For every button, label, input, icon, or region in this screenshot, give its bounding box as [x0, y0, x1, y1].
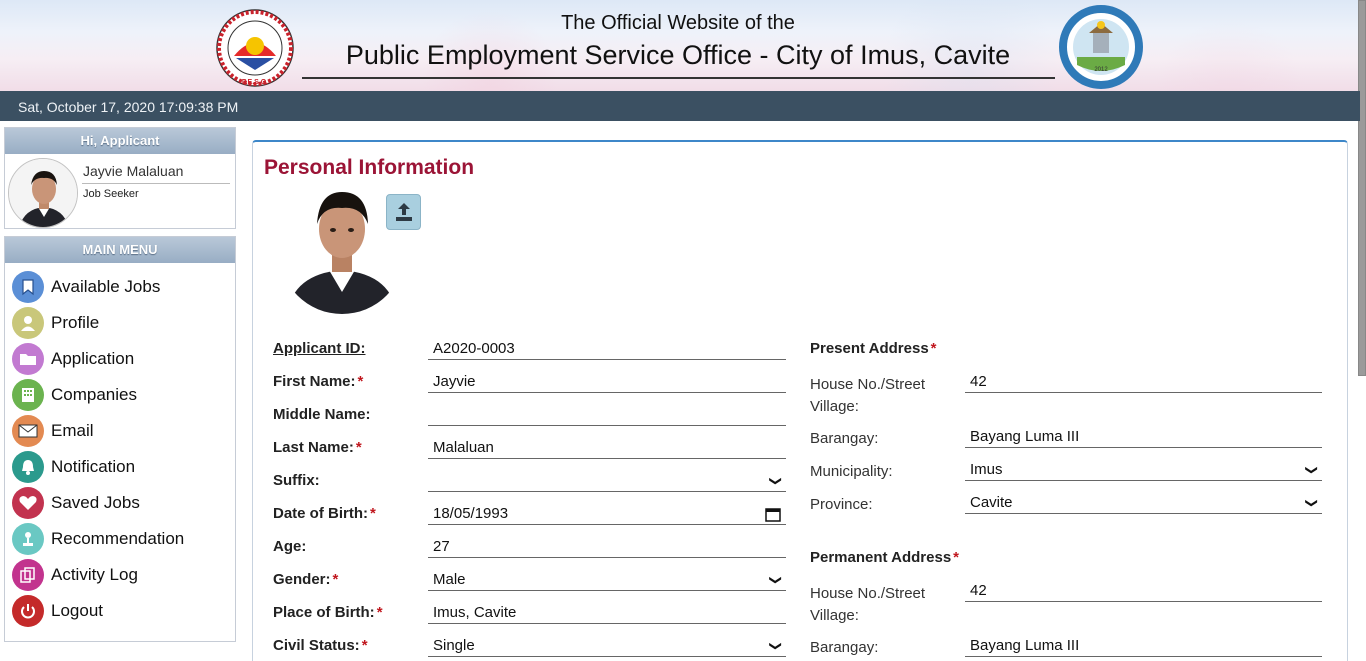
header-title: Public Employment Service Office - City …	[345, 40, 1011, 70]
svg-text:P.E.S.O.: P.E.S.O.	[242, 79, 268, 86]
menu-item-logout[interactable]: Logout	[12, 594, 103, 628]
menu-item-activity-log[interactable]: Activity Log	[12, 558, 138, 592]
menu-label: Notification	[51, 457, 136, 476]
gender-label: Gender: *	[273, 571, 339, 588]
present-house-label: House No./Street Village:	[810, 376, 926, 415]
menu-label: Activity Log	[51, 565, 138, 584]
suffix-select[interactable]: ❯	[428, 468, 786, 492]
menu-item-email[interactable]: Email	[12, 414, 94, 448]
permanent-barangay-input[interactable]: Bayang Luma III	[965, 633, 1322, 657]
present-province-select[interactable]: Cavite ❯	[965, 490, 1322, 514]
middle-name-input[interactable]	[428, 402, 786, 426]
user-role: Job Seeker	[83, 188, 139, 200]
menu-item-available-jobs[interactable]: Available Jobs	[12, 270, 160, 304]
last-name-input[interactable]: Malaluan	[428, 435, 786, 459]
menu-item-saved-jobs[interactable]: Saved Jobs	[12, 486, 140, 520]
civil-status-label: Civil Status: *	[273, 637, 368, 654]
middle-name-label: Middle Name:	[273, 406, 371, 423]
header-subtitle: The Official Website of the	[561, 12, 795, 34]
first-name-input[interactable]: Jayvie	[428, 369, 786, 393]
menu-item-recommendation[interactable]: Recommendation	[12, 522, 184, 556]
chevron-down-icon: ❯	[1304, 464, 1319, 475]
permanent-address-title: Permanent Address *	[810, 549, 960, 566]
site-header: P.E.S.O. The Official Website of the Pub…	[0, 0, 1366, 91]
menu-label: Application	[51, 349, 135, 368]
user-divider	[82, 183, 230, 184]
menu-label: Available Jobs	[51, 277, 161, 296]
header-divider	[302, 77, 1055, 79]
gender-select[interactable]: Male ❯	[428, 567, 786, 591]
page-scrollbar[interactable]	[1358, 0, 1366, 376]
peso-logo: P.E.S.O.	[216, 9, 294, 87]
personal-info-card: Personal Information Applicant ID: A2020…	[252, 140, 1348, 661]
permanent-barangay-label: Barangay:	[810, 639, 879, 656]
imus-city-seal: 2012	[1059, 5, 1143, 89]
present-barangay-label: Barangay:	[810, 430, 879, 447]
bell-icon	[12, 451, 44, 483]
chevron-down-icon: ❯	[1304, 497, 1319, 508]
user-panel-title: Hi, Applicant	[5, 128, 235, 154]
present-barangay-input[interactable]: Bayang Luma III	[965, 424, 1322, 448]
main-menu-title: MAIN MENU	[5, 237, 235, 263]
permanent-house-input[interactable]: 42	[965, 578, 1322, 602]
building-icon	[12, 379, 44, 411]
menu-item-profile[interactable]: Profile	[12, 306, 99, 340]
user-name: Jayvie Malaluan	[83, 163, 184, 179]
age-label: Age:	[273, 538, 307, 555]
copy-icon	[12, 559, 44, 591]
present-municipality-label: Municipality:	[810, 463, 893, 480]
age-field: 27	[428, 534, 786, 558]
calendar-icon[interactable]	[765, 506, 781, 522]
present-province-label: Province:	[810, 496, 873, 513]
dob-input[interactable]: 18/05/1993	[428, 501, 786, 525]
permanent-house-label: House No./Street Village:	[810, 585, 926, 624]
avatar	[8, 158, 78, 228]
award-icon	[12, 523, 44, 555]
menu-label: Companies	[51, 385, 137, 404]
suffix-label: Suffix:	[273, 472, 320, 489]
user-icon	[12, 307, 44, 339]
first-name-label: First Name: *	[273, 373, 364, 390]
applicant-id-field: A2020-0003	[428, 336, 786, 360]
menu-item-notification[interactable]: Notification	[12, 450, 135, 484]
menu-label: Recommendation	[51, 529, 185, 548]
heart-icon	[12, 487, 44, 519]
svg-text:2012: 2012	[1094, 67, 1108, 73]
menu-label: Profile	[51, 313, 100, 332]
datetime-bar: Sat, October 17, 2020 17:09:38 PM	[0, 91, 1360, 121]
present-house-input[interactable]: 42	[965, 369, 1322, 393]
upload-photo-button[interactable]	[386, 194, 421, 230]
applicant-id-value: A2020-0003	[433, 340, 515, 357]
applicant-id-label: Applicant ID:	[273, 340, 366, 357]
chevron-down-icon: ❯	[768, 640, 783, 651]
envelope-icon	[12, 415, 44, 447]
user-panel: Hi, Applicant Jayvie Malaluan Job Seeker	[4, 127, 236, 229]
pob-input[interactable]: Imus, Cavite	[428, 600, 786, 624]
menu-item-companies[interactable]: Companies	[12, 378, 137, 412]
folder-icon	[12, 343, 44, 375]
chevron-down-icon: ❯	[768, 574, 783, 585]
menu-label: Saved Jobs	[51, 493, 140, 512]
present-municipality-select[interactable]: Imus ❯	[965, 457, 1322, 481]
last-name-label: Last Name: *	[273, 439, 362, 456]
menu-item-application[interactable]: Application	[12, 342, 134, 376]
power-icon	[12, 595, 44, 627]
present-address-title: Present Address *	[810, 340, 937, 357]
chevron-down-icon: ❯	[768, 475, 783, 486]
menu-label: Logout	[51, 601, 103, 620]
main-menu: MAIN MENU Available Jobs Profile Applica…	[4, 236, 236, 642]
menu-label: Email	[51, 421, 94, 440]
dob-label: Date of Birth: *	[273, 505, 376, 522]
upload-icon	[395, 203, 412, 221]
civil-status-select[interactable]: Single ❯	[428, 633, 786, 657]
bookmark-icon	[12, 271, 44, 303]
pob-label: Place of Birth: *	[273, 604, 383, 621]
